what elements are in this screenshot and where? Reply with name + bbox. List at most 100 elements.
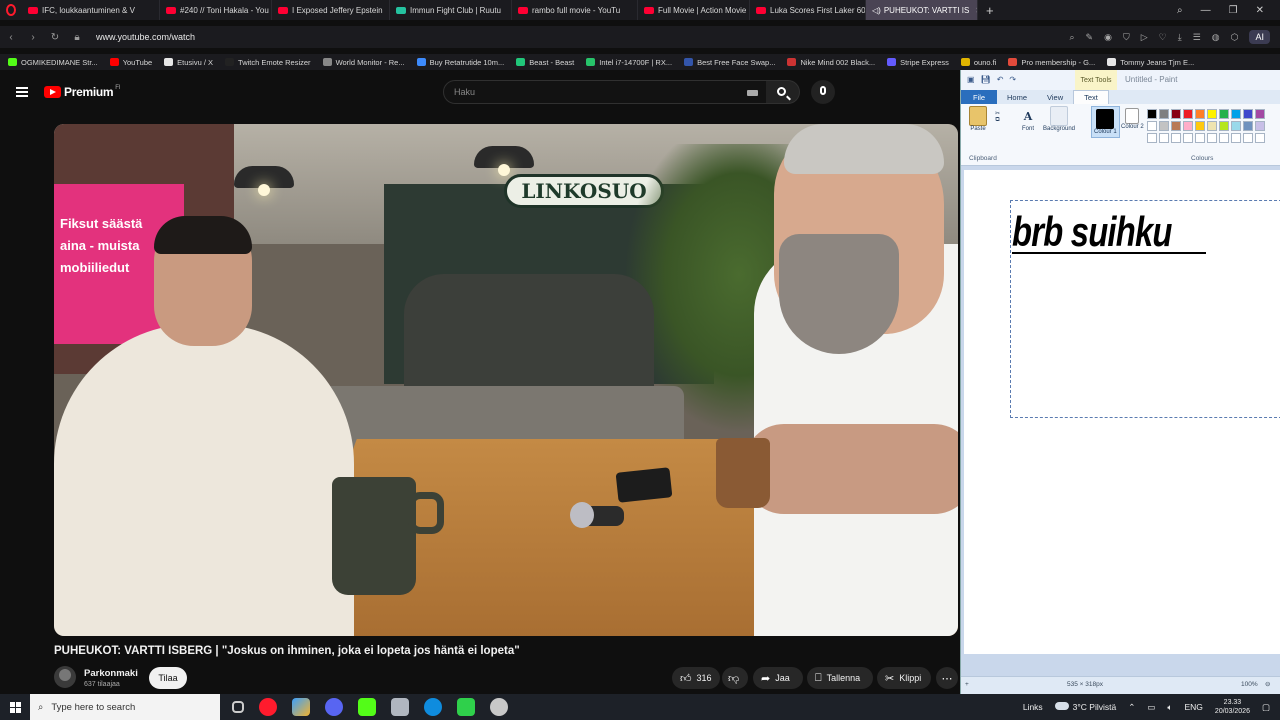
minimize-icon[interactable]: — [1201,5,1211,16]
redo-icon[interactable]: ↷ [1009,75,1016,84]
bookmark-item[interactable]: Tommy Jeans Tjm E... [1107,58,1202,67]
camera-icon[interactable]: ◉ [1104,32,1112,43]
palette-swatch[interactable] [1243,109,1253,119]
palette-swatch[interactable] [1219,121,1229,131]
zoom-icon[interactable]: ⌕ [1069,32,1074,43]
more-actions-button[interactable]: ⋯ [936,667,958,689]
app-icon[interactable] [490,698,508,716]
palette-swatch[interactable] [1207,109,1217,119]
app-icon[interactable] [292,698,310,716]
text-tools-context-tab[interactable]: Text Tools [1075,70,1117,90]
shield-icon[interactable]: ⛉ [1123,32,1130,43]
channel-avatar[interactable] [54,666,76,688]
palette-swatch[interactable] [1171,109,1181,119]
zoom-out-icon[interactable]: ⊖ [1265,680,1270,688]
search-tabs-icon[interactable]: ⌕ [1177,5,1183,16]
file-menu[interactable]: File [961,90,997,104]
save-icon[interactable]: 💾︎ [981,75,991,84]
bookmark-item[interactable]: Pro membership - G... [1008,58,1103,67]
palette-swatch[interactable] [1183,109,1193,119]
palette-swatch[interactable] [1231,121,1241,131]
dislike-button[interactable]: 👎︎ [722,667,748,689]
taskbar-search[interactable]: ⌕ Type here to search [30,694,220,720]
play-icon[interactable]: ▷ [1141,32,1148,43]
palette-swatch[interactable] [1231,133,1241,143]
tab-view[interactable]: View [1037,90,1073,104]
download-icon[interactable]: ⤓ [1178,32,1182,43]
bookmark-item[interactable]: Beast - Beast [516,58,582,67]
palette-swatch[interactable] [1159,121,1169,131]
app-icon[interactable] [391,698,409,716]
url-field[interactable]: www.youtube.com/watch [96,32,195,42]
palette-swatch[interactable] [1255,121,1265,131]
palette-swatch[interactable] [1147,109,1157,119]
browser-tab[interactable]: rambo full movie - YouTu [512,0,638,20]
opera-icon[interactable] [259,698,277,716]
palette-swatch[interactable] [1147,133,1157,143]
clip-button[interactable]: ✂ Klippi [877,667,931,689]
palette-swatch[interactable] [1255,133,1265,143]
new-tab-button[interactable]: + [978,3,1002,18]
bookmark-item[interactable]: YouTube [109,58,160,67]
voice-search-button[interactable] [811,80,835,104]
palette-swatch[interactable] [1255,109,1265,119]
bookmark-item[interactable]: World Monitor - Re... [322,58,413,67]
save-button[interactable]: ⎕ Tallenna [807,667,873,689]
bookmark-item[interactable]: Intel i7-14700F | RX... [586,58,680,67]
bookmark-item[interactable]: Etusivu / X [164,58,221,67]
share-button[interactable]: ➦ Jaa [753,667,803,689]
palette-swatch[interactable] [1159,109,1169,119]
back-icon[interactable]: ‹ [0,32,22,43]
heart-icon[interactable]: ♡ [1159,32,1167,43]
palette-swatch[interactable] [1147,121,1157,131]
colour2-button[interactable]: Colour 2 [1121,108,1144,130]
language-indicator[interactable]: ENG [1185,702,1203,712]
palette-swatch[interactable] [1231,109,1241,119]
browser-tab[interactable]: Luka Scores First Laker 60 [750,0,866,20]
reload-icon[interactable]: ↻ [44,32,66,43]
palette-swatch[interactable] [1219,133,1229,143]
subscribe-button[interactable]: Tilaa [149,667,187,689]
palette-swatch[interactable] [1171,121,1181,131]
browser-tab[interactable]: I Exposed Jeffery Epstein [272,0,390,20]
bookmark-item[interactable]: ouno.fi [960,58,1005,67]
palette-swatch[interactable] [1207,121,1217,131]
search-button[interactable] [766,80,800,104]
font-button[interactable]: A Font [1019,106,1037,133]
bookmark-item[interactable]: Best Free Face Swap... [684,58,783,67]
hamburger-menu-icon[interactable] [16,87,28,97]
edge-icon[interactable] [424,698,442,716]
bookmark-item[interactable]: OGMIKEDIMANE Str... [8,58,106,67]
palette-swatch[interactable] [1243,121,1253,131]
browser-tab[interactable]: IFC, loukkaantuminen & V [22,0,160,20]
kick-icon[interactable] [358,698,376,716]
like-button[interactable]: 👍︎ 316 [672,667,720,689]
bookmark-item[interactable]: Twitch Emote Resizer [225,58,319,67]
media-icon[interactable] [457,698,475,716]
browser-tab[interactable]: Immun Fight Club | Ruutu [390,0,512,20]
undo-icon[interactable]: ↶ [997,75,1004,84]
palette-swatch[interactable] [1219,109,1229,119]
copy-icon[interactable]: ⧉ [995,117,999,124]
palette-swatch[interactable] [1171,133,1181,143]
colour1-button[interactable]: Colour 1 [1091,106,1120,138]
palette-swatch[interactable] [1195,121,1205,131]
add-icon[interactable]: + [965,681,969,688]
paint-canvas[interactable]: brb suihku [964,170,1280,654]
palette-swatch[interactable] [1195,133,1205,143]
extensions-icon[interactable]: ⬡ [1231,32,1239,43]
search-input[interactable]: Haku [443,80,767,104]
menu-icon[interactable]: ☰ [1193,32,1201,43]
bookmark-item[interactable]: Buy Retatrutide 10m... [416,58,513,67]
task-view-icon[interactable] [232,701,244,713]
bookmark-item[interactable]: Stripe Express [887,58,957,67]
palette-swatch[interactable] [1207,133,1217,143]
browser-tab[interactable]: Full Movie | Action Movie [638,0,750,20]
tab-text[interactable]: Text [1073,90,1109,104]
youtube-premium-logo[interactable]: Premium FI [44,85,121,99]
close-window-icon[interactable]: ✕ [1256,5,1264,16]
network-icon[interactable]: ▭ [1147,702,1155,713]
bookmark-item[interactable]: Nike Mind 002 Black... [787,58,883,67]
browser-tab-active[interactable]: ◁)PUHEUKOT: VARTTI IS✕ [866,0,978,20]
discord-icon[interactable] [325,698,343,716]
